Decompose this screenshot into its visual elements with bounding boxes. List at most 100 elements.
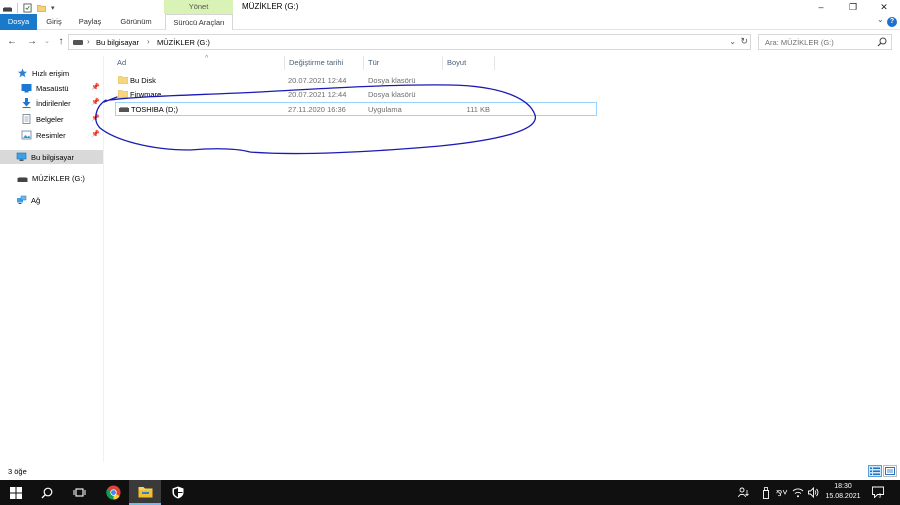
maximize-button[interactable]: ❐ [838, 0, 868, 14]
nav-label: Resimler [36, 130, 66, 140]
nav-label: Belgeler [36, 114, 64, 124]
nav-label: Ağ [31, 195, 41, 205]
chrome-icon [105, 485, 121, 500]
file-date: 27.11.2020 16:36 [288, 105, 346, 114]
notification-center-icon[interactable]: 3 [872, 486, 884, 498]
address-dropdown-icon[interactable]: ⌄ [729, 37, 736, 46]
file-row-selected[interactable]: TOSHIBA (D;) 27.11.2020 16:36 Uygulama 1… [115, 102, 597, 116]
status-bar: 3 öğe [0, 462, 900, 480]
file-type: Dosya klasörü [368, 76, 416, 85]
quick-access-toolbar: ▾ [3, 2, 55, 13]
start-button[interactable] [0, 480, 32, 505]
taskbar: ⅋ 18:30 15.08.2021 3 [0, 480, 900, 505]
tab-share[interactable]: Paylaş [76, 14, 104, 30]
forward-arrow-icon[interactable]: → [25, 35, 39, 49]
nav-label: Bu bilgisayar [31, 152, 74, 162]
back-arrow-icon[interactable]: ← [5, 35, 19, 49]
pin-icon[interactable]: 📌 [91, 114, 100, 122]
drive-icon [73, 40, 83, 45]
file-type: Uygulama [368, 105, 402, 114]
refresh-icon[interactable]: ↻ [740, 36, 748, 47]
computer-icon [16, 152, 27, 161]
manage-tab[interactable]: Yönet [164, 0, 233, 14]
pin-icon[interactable]: 📌 [91, 83, 100, 91]
star-icon [17, 68, 28, 78]
task-view-button[interactable] [63, 480, 95, 505]
pin-icon[interactable]: 📌 [91, 98, 100, 106]
new-folder-icon[interactable] [37, 3, 46, 13]
navigation-pane: Hızlı erişim Masaüstü 📌 İndirilenler 📌 B… [0, 56, 104, 462]
breadcrumb-current[interactable]: MÜZİKLER (G:) [157, 38, 210, 47]
item-count: 3 öğe [8, 467, 27, 476]
pin-icon[interactable]: 📌 [91, 130, 100, 138]
clock-time: 18:30 [834, 483, 852, 490]
file-date: 20.07.2021 12:44 [288, 90, 347, 99]
properties-icon[interactable] [23, 3, 32, 13]
nav-downloads[interactable]: İndirilenler 📌 [0, 96, 103, 110]
tab-drive-tools[interactable]: Sürücü Araçları [165, 14, 233, 30]
customize-quick-access-icon[interactable]: ▾ [51, 4, 55, 12]
window-title: MÜZİKLER (G:) [242, 2, 299, 11]
recent-locations-icon[interactable]: ⌄ [40, 35, 54, 49]
volume-icon[interactable] [808, 486, 819, 500]
file-date: 20.07.2021 12:44 [288, 76, 347, 85]
nav-label: MÜZİKLER (G:) [32, 173, 85, 183]
nav-quick-access[interactable]: Hızlı erişim [0, 66, 103, 80]
clock-date: 15.08.2021 [825, 493, 861, 500]
network-icon [17, 195, 27, 204]
breadcrumb-chevron-icon[interactable]: › [147, 37, 150, 46]
help-icon[interactable]: ? [887, 17, 897, 27]
drive-icon [119, 107, 129, 112]
breadcrumb-chevron-icon[interactable]: › [87, 37, 90, 46]
nav-this-pc[interactable]: Bu bilgisayar [0, 150, 103, 164]
file-name: Bu Disk [130, 76, 156, 85]
file-row[interactable]: Firwmare 20.07.2021 12:44 Dosya klasörü [115, 88, 597, 102]
nav-label: Hızlı erişim [32, 68, 70, 78]
column-header-name[interactable]: Ad ^ [113, 55, 285, 70]
document-icon [22, 114, 31, 124]
tab-home[interactable]: Giriş [41, 14, 67, 30]
details-view-button[interactable] [868, 465, 882, 477]
tab-file[interactable]: Dosya [0, 14, 37, 30]
search-icon[interactable] [877, 37, 887, 47]
system-clock[interactable]: 18:30 15.08.2021 [820, 482, 866, 502]
search-button[interactable] [31, 480, 63, 505]
nav-network[interactable]: Ağ [0, 193, 103, 207]
address-bar[interactable]: › Bu bilgisayar › MÜZİKLER (G:) ⌄ ↻ [68, 34, 751, 50]
large-icons-view-button[interactable] [883, 465, 897, 477]
nav-desktop[interactable]: Masaüstü 📌 [0, 81, 103, 95]
close-button[interactable]: ✕ [869, 0, 899, 14]
up-arrow-icon[interactable]: ↑ [54, 35, 68, 49]
large-icons-view-icon [885, 467, 895, 475]
nav-pictures[interactable]: Resimler 📌 [0, 128, 103, 142]
language-icon[interactable]: ⅋ [776, 487, 789, 500]
tab-view[interactable]: Görünüm [114, 14, 158, 30]
windows-logo-icon [10, 486, 22, 499]
separator [17, 2, 18, 13]
chrome-taskbar-button[interactable] [97, 480, 129, 505]
download-icon [22, 98, 31, 108]
column-header-date[interactable]: Değiştirme tarihi [285, 56, 364, 70]
file-explorer-taskbar-button[interactable] [129, 480, 161, 505]
column-label: Ad [117, 58, 127, 67]
folder-icon [138, 486, 152, 497]
search-box[interactable]: Ara: MÜZİKLER (G:) [758, 34, 892, 50]
file-row[interactable]: Bu Disk 20.07.2021 12:44 Dosya klasörü [115, 74, 597, 88]
column-header-size[interactable]: Boyut [443, 56, 495, 70]
column-header-type[interactable]: Tür [364, 56, 443, 70]
usb-device-icon[interactable] [762, 487, 770, 501]
nav-documents[interactable]: Belgeler 📌 [0, 112, 103, 126]
search-input[interactable]: Ara: MÜZİKLER (G:) [765, 38, 834, 47]
search-icon [41, 487, 53, 498]
wifi-icon[interactable] [792, 487, 804, 500]
file-name: Firwmare [130, 90, 162, 99]
people-icon[interactable] [738, 487, 749, 500]
nav-drive-g[interactable]: MÜZİKLER (G:) [0, 171, 103, 185]
breadcrumb-this-pc[interactable]: Bu bilgisayar [96, 38, 139, 47]
ribbon-tabs: Dosya Giriş Paylaş Görünüm Sürücü Araçla… [0, 14, 900, 30]
security-taskbar-button[interactable] [162, 480, 194, 505]
ribbon-expand-icon[interactable]: ⌄ [877, 15, 884, 24]
nav-label: Masaüstü [36, 83, 69, 93]
minimize-button[interactable]: – [806, 0, 836, 14]
svg-text:⅋: ⅋ [776, 489, 782, 498]
